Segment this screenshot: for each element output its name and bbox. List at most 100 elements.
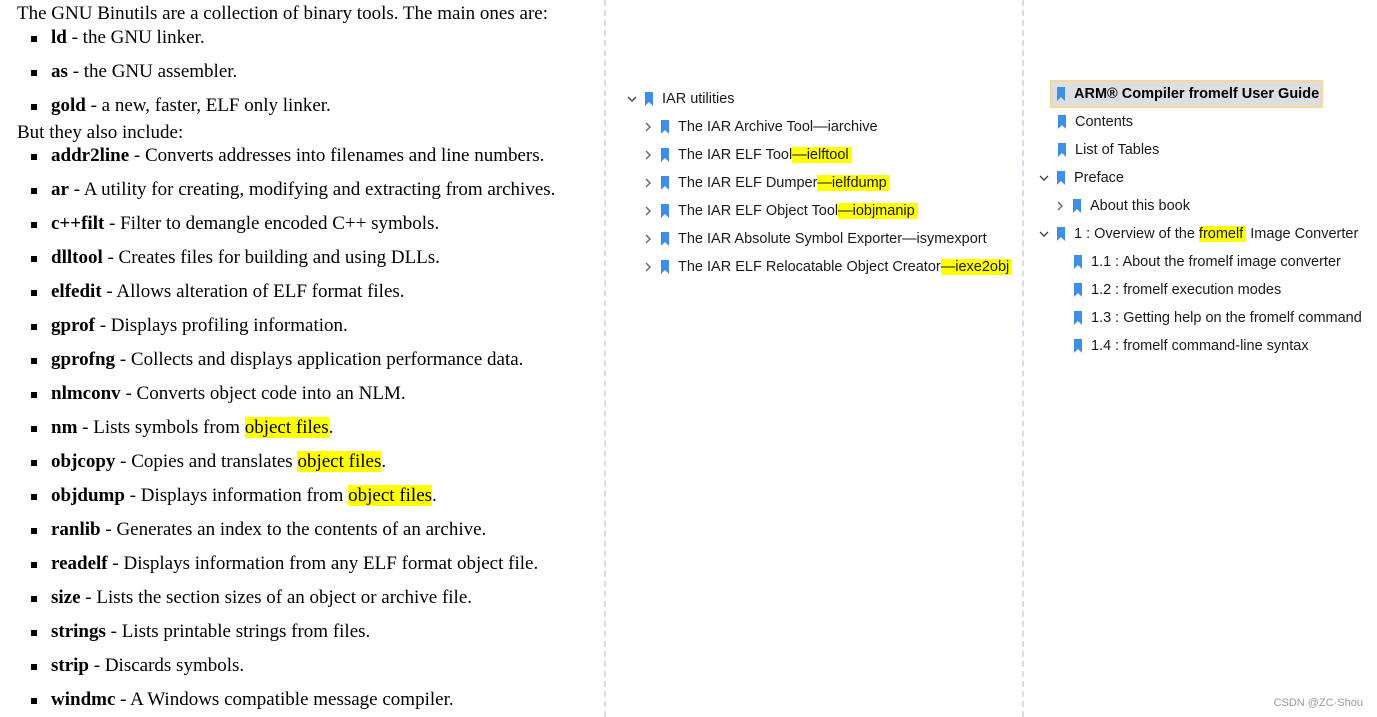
list-item: nm - Lists symbols from object files. <box>31 417 333 439</box>
tree-node-preface[interactable]: Preface <box>1038 167 1124 189</box>
tree-node-iar-tool[interactable]: The IAR ELF Tool—ielftool <box>642 144 852 166</box>
bullet-icon <box>31 290 37 296</box>
chevron-right-icon[interactable] <box>1054 195 1066 217</box>
search-highlight: —iobjmanip <box>838 203 918 219</box>
chevron-down-icon[interactable] <box>1038 167 1050 189</box>
iar-utilities-tree: IAR utilities The IAR Archive Tool—iarch… <box>606 0 1022 717</box>
tree-node-iar-utilities[interactable]: IAR utilities <box>626 88 735 110</box>
search-highlight: object files <box>297 451 382 472</box>
tool-name: objdump <box>51 485 125 506</box>
chevron-right-icon[interactable] <box>642 116 654 138</box>
tree-node-label: 1.3 : Getting help on the fromelf comman… <box>1091 310 1362 326</box>
bookmark-icon <box>660 176 670 190</box>
tree-node-label: The IAR ELF Tool—ielftool <box>678 144 852 166</box>
tree-node-guide-title[interactable]: ARM® Compiler fromelf User Guide <box>1050 80 1324 108</box>
tree-node-section[interactable]: 1.2 : fromelf execution modes <box>1073 279 1281 301</box>
bookmark-icon <box>660 204 670 218</box>
tool-name: windmc <box>51 689 116 710</box>
list-item: windmc - A Windows compatible message co… <box>31 689 454 711</box>
tool-desc: - Converts object code into an NLM. <box>120 383 406 404</box>
bullet-icon <box>31 630 37 636</box>
bullet-icon <box>31 358 37 364</box>
tool-name: as <box>51 61 68 82</box>
bullet-icon <box>31 698 37 704</box>
arm-fromelf-tree: ARM® Compiler fromelf User Guide Content… <box>1024 0 1377 717</box>
tool-desc: - Filter to demangle encoded C++ symbols… <box>104 213 440 234</box>
bookmark-icon <box>1057 115 1067 129</box>
bullet-icon <box>31 154 37 160</box>
tree-node-section[interactable]: 1.1 : About the fromelf image converter <box>1073 251 1341 273</box>
list-item: objcopy - Copies and translates object f… <box>31 451 387 473</box>
also-include-text: But they also include: <box>17 122 184 143</box>
chevron-right-icon[interactable] <box>642 228 654 250</box>
list-item: dlltool - Creates files for building and… <box>31 247 440 269</box>
bullet-icon <box>31 188 37 194</box>
bullet-icon <box>31 392 37 398</box>
chevron-right-icon[interactable] <box>642 256 654 278</box>
list-item: gprofng - Collects and displays applicat… <box>31 349 524 371</box>
tree-node-label: 1.2 : fromelf execution modes <box>1091 282 1282 298</box>
list-item: objdump - Displays information from obje… <box>31 485 437 507</box>
search-highlight: object files <box>244 417 329 438</box>
search-highlight: —iexe2obj <box>940 259 1013 275</box>
tool-name: nm <box>51 417 78 438</box>
list-item: readelf - Displays information from any … <box>31 553 539 575</box>
tool-name: size <box>51 587 81 608</box>
tree-node-list-of-tables[interactable]: List of Tables <box>1057 139 1159 161</box>
tool-desc: - Lists printable strings from files. <box>105 621 371 642</box>
tool-desc-end: . <box>381 451 387 472</box>
list-item: strip - Discards symbols. <box>31 655 244 677</box>
chevron-down-icon[interactable] <box>1038 223 1050 245</box>
tree-node-section[interactable]: 1.3 : Getting help on the fromelf comman… <box>1073 307 1362 329</box>
tree-node-iar-tool[interactable]: The IAR Archive Tool—iarchive <box>642 116 878 138</box>
bookmark-icon <box>1057 143 1067 157</box>
list-item: ld - the GNU linker. <box>31 27 205 49</box>
chevron-right-icon[interactable] <box>642 144 654 166</box>
tree-node-label: The IAR ELF Object Tool—iobjmanip <box>678 200 918 222</box>
tree-node-label: ARM® Compiler fromelf User Guide <box>1074 86 1320 102</box>
tree-node-iar-tool[interactable]: The IAR ELF Relocatable Object Creator—i… <box>642 256 1013 278</box>
search-highlight: object files <box>348 485 433 506</box>
tree-node-iar-tool[interactable]: The IAR Absolute Symbol Exporter—isymexp… <box>642 228 987 250</box>
intro-text: The GNU Binutils are a collection of bin… <box>17 3 548 24</box>
chevron-down-icon[interactable] <box>626 88 638 110</box>
bullet-icon <box>31 596 37 602</box>
chevron-right-icon[interactable] <box>642 200 654 222</box>
tree-node-label: The IAR Absolute Symbol Exporter—isymexp… <box>678 231 987 247</box>
bookmark-icon <box>660 148 670 162</box>
tree-node-iar-tool[interactable]: The IAR ELF Object Tool—iobjmanip <box>642 200 918 222</box>
tree-node-label: List of Tables <box>1075 142 1160 158</box>
bullet-icon <box>31 104 37 110</box>
tree-node-iar-tool[interactable]: The IAR ELF Dumper—ielfdump <box>642 172 890 194</box>
bullet-icon <box>31 222 37 228</box>
list-item: as - the GNU assembler. <box>31 61 237 83</box>
list-item: size - Lists the section sizes of an obj… <box>31 587 473 609</box>
tool-desc: - a new, faster, ELF only linker. <box>85 95 331 116</box>
tree-node-chapter-1[interactable]: 1 : Overview of the fromelf Image Conver… <box>1038 223 1358 245</box>
tree-node-section[interactable]: 1.4 : fromelf command-line syntax <box>1073 335 1309 357</box>
bookmark-icon <box>660 232 670 246</box>
tool-desc: - Lists the section sizes of an object o… <box>80 587 473 608</box>
tree-node-about-book[interactable]: About this book <box>1054 195 1190 217</box>
tool-name: gold <box>51 95 86 116</box>
bullet-icon <box>31 664 37 670</box>
bookmark-icon <box>1073 311 1083 325</box>
binutils-doc-panel: The GNU Binutils are a collection of bin… <box>0 0 604 717</box>
tool-desc: - Copies and translates <box>115 451 298 472</box>
bullet-icon <box>31 70 37 76</box>
tree-node-contents[interactable]: Contents <box>1057 111 1133 133</box>
list-item: gprof - Displays profiling information. <box>31 315 348 337</box>
tool-desc: - Collects and displays application perf… <box>115 349 524 370</box>
tool-name: c++filt <box>51 213 105 234</box>
bookmark-icon <box>1056 87 1066 101</box>
tool-name: strip <box>51 655 89 676</box>
bullet-icon <box>31 562 37 568</box>
bullet-icon <box>31 494 37 500</box>
list-item: nlmconv - Converts object code into an N… <box>31 383 406 405</box>
search-highlight: —ielfdump <box>817 175 890 191</box>
tree-node-label: The IAR ELF Relocatable Object Creator—i… <box>678 256 1013 278</box>
tool-desc: - Allows alteration of ELF format files. <box>101 281 405 302</box>
chevron-right-icon[interactable] <box>642 172 654 194</box>
bullet-icon <box>31 324 37 330</box>
tool-desc: - Displays information from any ELF form… <box>107 553 539 574</box>
